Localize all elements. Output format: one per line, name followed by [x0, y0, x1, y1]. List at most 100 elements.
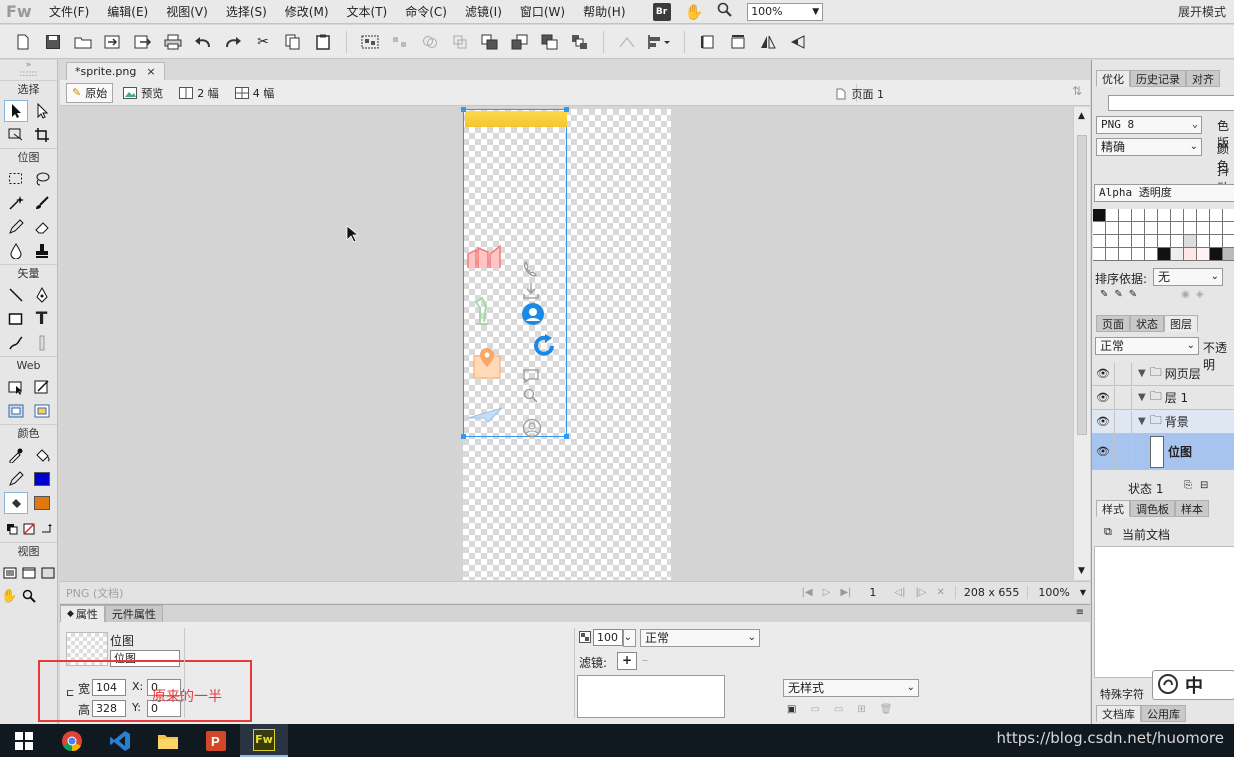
slice-tool-icon[interactable]: [30, 376, 54, 398]
tab-optimize[interactable]: 优化: [1096, 70, 1130, 87]
tab-layers[interactable]: 图层: [1164, 315, 1198, 332]
vertical-scrollbar[interactable]: ▲ ▼: [1073, 107, 1090, 580]
palette-swatch[interactable]: [1132, 209, 1145, 222]
tab-history[interactable]: 历史记录: [1130, 70, 1186, 87]
freeform-tool-icon[interactable]: [4, 332, 28, 354]
tab-properties[interactable]: ◆ 属性: [60, 605, 105, 622]
page-selector[interactable]: [856, 84, 1056, 102]
palette-swatch[interactable]: [1132, 222, 1145, 235]
marquee-tool-icon[interactable]: [4, 168, 28, 190]
palette-swatch[interactable]: [1093, 235, 1106, 248]
fill-color-swatch[interactable]: [30, 492, 54, 514]
new-layer-icon[interactable]: ⎘: [1184, 480, 1192, 491]
selected-bitmap[interactable]: [461, 107, 569, 439]
palette-swatch[interactable]: [1210, 209, 1223, 222]
bring-forward-icon[interactable]: [509, 31, 531, 53]
prev-frame-icon[interactable]: ◁|: [894, 587, 905, 598]
menu-text[interactable]: 文本(T): [338, 0, 397, 24]
rectangle-tool-icon[interactable]: [4, 308, 28, 330]
palette-swatch[interactable]: [1223, 235, 1234, 248]
menu-view[interactable]: 视图(V): [157, 0, 217, 24]
last-frame-icon[interactable]: ▶|: [840, 587, 851, 598]
hide-slices-icon[interactable]: [4, 400, 28, 422]
chrome-icon[interactable]: [48, 724, 96, 757]
lock-toggle[interactable]: [1114, 386, 1132, 409]
bring-front-icon[interactable]: [479, 31, 501, 53]
next-frame-icon[interactable]: |▷: [915, 587, 926, 598]
alpha-select[interactable]: Alpha 透明度: [1094, 184, 1234, 202]
close-icon[interactable]: ×: [146, 65, 155, 78]
vscode-icon[interactable]: [96, 724, 144, 757]
palette-swatch[interactable]: [1184, 235, 1197, 248]
layer-row-selected[interactable]: 👁 位图: [1092, 433, 1234, 470]
ungroup-icon[interactable]: [389, 31, 411, 53]
expand-mode-button[interactable]: 展开模式: [1178, 3, 1226, 20]
optimize-settings-input[interactable]: [1108, 95, 1234, 111]
align-icon[interactable]: [646, 31, 672, 53]
add-color-icon[interactable]: ✎: [1129, 289, 1137, 300]
width-input[interactable]: 104: [92, 679, 126, 696]
open-icon[interactable]: [72, 31, 94, 53]
scroll-down-icon[interactable]: ▼: [1078, 566, 1085, 576]
file-explorer-icon[interactable]: [144, 724, 192, 757]
panel-menu-icon[interactable]: ≡: [1076, 607, 1084, 618]
ime-toolbar[interactable]: 中: [1152, 670, 1234, 700]
show-slices-icon[interactable]: [30, 400, 54, 422]
undo-icon[interactable]: [192, 31, 214, 53]
styles-list[interactable]: [1094, 546, 1234, 678]
eye-icon[interactable]: 👁: [1092, 441, 1114, 463]
standard-screen-icon[interactable]: [1, 562, 19, 584]
panel-grip-dots[interactable]: ::::::: [0, 70, 57, 80]
blend-mode-select[interactable]: 正常 ⌄: [640, 629, 760, 647]
scroll-thumb[interactable]: [1077, 135, 1087, 435]
palette-swatch[interactable]: [1184, 248, 1197, 261]
layer-blend-select[interactable]: 正常 ⌄: [1095, 337, 1199, 355]
redefine-style-icon[interactable]: ▭: [810, 704, 819, 715]
palette-swatch[interactable]: [1106, 222, 1119, 235]
flip-vertical-icon[interactable]: [787, 31, 809, 53]
status-zoom[interactable]: 100%: [1038, 586, 1069, 599]
send-back-icon[interactable]: [569, 31, 591, 53]
tab-swatches[interactable]: 调色板: [1130, 500, 1175, 517]
palette-swatch[interactable]: [1119, 235, 1132, 248]
palette-swatch[interactable]: [1158, 235, 1171, 248]
transparent-color-icon[interactable]: ✎: [1114, 289, 1122, 300]
lock-toggle[interactable]: [1114, 362, 1132, 385]
expand-arrow-icon[interactable]: ▼: [1138, 416, 1146, 427]
redo-icon[interactable]: [222, 31, 244, 53]
document-tab[interactable]: *sprite.png ×: [66, 62, 165, 80]
palette-swatch[interactable]: [1132, 235, 1145, 248]
full-screen-menus-icon[interactable]: [20, 562, 38, 584]
palette-swatch[interactable]: [1171, 235, 1184, 248]
brush-tool-icon[interactable]: [30, 192, 54, 214]
palette-swatch[interactable]: [1197, 248, 1210, 261]
rubber-stamp-icon[interactable]: [30, 240, 54, 262]
resize-handle[interactable]: [461, 434, 466, 439]
palette-swatch[interactable]: [1119, 248, 1132, 261]
opacity-input[interactable]: 100: [593, 629, 623, 646]
subselect-tool-icon[interactable]: [30, 100, 54, 122]
pen-tool-icon[interactable]: [30, 284, 54, 306]
palette-swatch[interactable]: [1171, 209, 1184, 222]
chevron-down-icon[interactable]: ▼: [1080, 588, 1086, 597]
palette-swatch[interactable]: [1119, 222, 1132, 235]
palette-swatch[interactable]: [1145, 209, 1158, 222]
send-backward-icon[interactable]: [539, 31, 561, 53]
tab-styles[interactable]: 样式: [1096, 500, 1130, 517]
group-icon[interactable]: [359, 31, 381, 53]
distribute-icon[interactable]: [616, 31, 638, 53]
export-icon[interactable]: [132, 31, 154, 53]
default-colors-icon[interactable]: [4, 518, 20, 540]
menu-file[interactable]: 文件(F): [40, 0, 98, 24]
hand-tool-icon[interactable]: ✋: [1, 585, 19, 607]
palette-swatch[interactable]: [1158, 222, 1171, 235]
tab-align[interactable]: 对齐: [1186, 70, 1220, 87]
palette-swatch[interactable]: [1093, 222, 1106, 235]
play-icon[interactable]: ▷: [823, 587, 831, 598]
palette-swatch[interactable]: [1210, 248, 1223, 261]
delete-style-icon[interactable]: 🗑: [880, 704, 893, 715]
text-tool-icon[interactable]: T: [30, 308, 54, 330]
expand-arrow-icon[interactable]: ▼: [1138, 392, 1146, 403]
hotspot-tool-icon[interactable]: [4, 376, 28, 398]
view-original-button[interactable]: ✎ 原始: [66, 82, 114, 103]
